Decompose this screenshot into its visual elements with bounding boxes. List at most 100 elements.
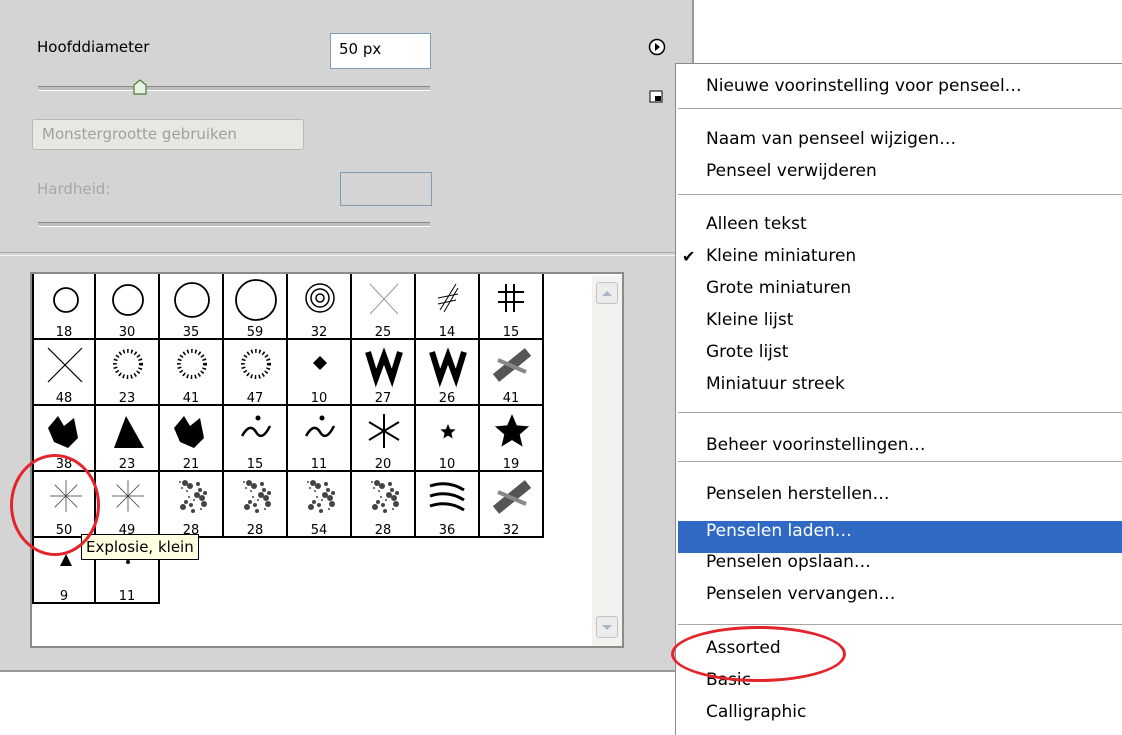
menu-item-grote-lijst[interactable]: Grote lijst (706, 342, 788, 362)
brush-preset-cell[interactable]: 28 (160, 472, 224, 538)
brush-preset-cell[interactable]: 18 (32, 274, 96, 340)
brush-size-label: 30 (118, 325, 136, 340)
menu-separator (678, 108, 1122, 109)
menu-item-miniatuur-streek[interactable]: Miniatuur streek (706, 374, 845, 394)
brush-size-label: 54 (310, 523, 328, 538)
brush-preset-cell[interactable]: 35 (160, 274, 224, 340)
menu-item-penseel-verwijderen[interactable]: Penseel verwijderen (706, 161, 877, 181)
brush-size-label: 36 (438, 523, 456, 538)
master-diameter-input[interactable]: 50 px (330, 33, 431, 69)
panel-divider (0, 252, 692, 256)
brush-preset-cell[interactable]: 14 (416, 274, 480, 340)
brush-size-label: 9 (59, 589, 69, 604)
hardness-slider-track[interactable] (38, 222, 430, 227)
brush-preset-cell[interactable]: 32 (288, 274, 352, 340)
star-brush-icon (494, 414, 530, 447)
annotation-circle-assorted (671, 626, 846, 682)
brush-preset-cell[interactable]: 19 (480, 406, 544, 472)
menu-item-beheer-voorinstellingen[interactable]: Beheer voorinstellingen… (706, 435, 926, 455)
brush-preset-cell[interactable]: 47 (224, 340, 288, 406)
hard-round-brush-icon (235, 279, 277, 321)
new-preset-button[interactable] (648, 88, 664, 104)
dotted-ring-brush-icon (177, 349, 207, 379)
menu-item-penselen-vervangen[interactable]: Penselen vervangen… (706, 584, 895, 604)
brush-size-label: 10 (310, 391, 328, 406)
smudge-brush-icon (492, 348, 532, 382)
brush-preset-cell[interactable]: 15 (480, 274, 544, 340)
menu-item-penselen-opslaan[interactable]: Penselen opslaan… (706, 552, 871, 572)
brush-preset-cell[interactable]: 21 (160, 406, 224, 472)
brush-preset-cell[interactable]: 41 (480, 340, 544, 406)
menu-item-penselen-laden[interactable]: Penselen laden… (706, 521, 852, 541)
brush-size-label: 32 (310, 325, 328, 340)
dotted-ring-brush-icon (113, 349, 143, 379)
menu-item-kleine-lijst[interactable]: Kleine lijst (706, 310, 793, 330)
menu-item-grote-miniaturen[interactable]: Grote miniaturen (706, 278, 851, 298)
starburst-brush-icon (112, 480, 144, 512)
brush-preset-cell[interactable]: 11 (288, 406, 352, 472)
brush-size-label: 15 (502, 325, 520, 340)
master-diameter-slider-thumb[interactable] (133, 79, 147, 99)
annotation-circle-brush (10, 454, 100, 556)
brush-preset-cell[interactable]: 48 (32, 340, 96, 406)
hardness-input[interactable] (340, 172, 432, 206)
menu-item-kleine-miniaturen[interactable]: Kleine miniaturen (706, 246, 856, 266)
brush-preset-picker: 18 30 35 59 32 25 14 15 48 23 41 47 10 27 26 41 38 23 21 15… (30, 272, 624, 648)
hard-round-brush-icon (112, 284, 144, 316)
menu-item-alleen-tekst[interactable]: Alleen tekst (706, 214, 807, 234)
scroll-up-button[interactable] (596, 282, 618, 304)
smudge-brush-icon (492, 480, 532, 514)
brush-preset-cell[interactable]: 15 (224, 406, 288, 472)
brush-size-label: 27 (374, 391, 392, 406)
menu-item-calligraphic[interactable]: Calligraphic (706, 702, 806, 722)
brush-preset-cell[interactable]: 23 (96, 340, 160, 406)
brush-preset-cell[interactable]: 59 (224, 274, 288, 340)
brush-size-label: 48 (55, 391, 73, 406)
brush-preset-cell[interactable]: 25 (352, 274, 416, 340)
hardness-label: Hardheid: (37, 180, 111, 198)
brush-preset-cell[interactable]: 30 (96, 274, 160, 340)
brush-size-label: 11 (310, 457, 328, 472)
brush-size-label: 23 (118, 391, 136, 406)
brush-preset-cell[interactable]: 36 (416, 472, 480, 538)
menu-item-naam-van-penseel-wijzigen[interactable]: Naam van penseel wijzigen… (706, 129, 956, 149)
brush-size-label: 25 (374, 325, 392, 340)
brush-tooltip: Explosie, klein (81, 534, 199, 560)
spatter-brush-icon (179, 480, 207, 513)
master-diameter-label: Hoofddiameter (37, 38, 150, 56)
brush-size-label: 26 (438, 391, 456, 406)
brush-preset-cell[interactable]: 10 (288, 340, 352, 406)
hatch-brush-icon (437, 283, 459, 313)
brush-size-label: 10 (438, 457, 456, 472)
checkmark-icon: ✔ (682, 247, 696, 266)
use-sample-size-button[interactable]: Monstergrootte gebruiken (32, 119, 304, 150)
cross-brush-icon (47, 347, 83, 383)
grid-brush-icon (498, 284, 524, 312)
brush-size-label: 28 (246, 523, 264, 538)
brush-preset-cell[interactable]: 49 (96, 472, 160, 538)
brush-preset-cell[interactable]: 23 (96, 406, 160, 472)
splash-brush-icon (48, 416, 78, 448)
brush-preset-cell[interactable]: 54 (288, 472, 352, 538)
vertical-scrollbar[interactable] (592, 276, 622, 646)
brush-preset-cell[interactable]: 41 (160, 340, 224, 406)
brush-preset-cell[interactable]: 32 (480, 472, 544, 538)
brush-size-label: 28 (374, 523, 392, 538)
menu-item-nieuwe-voorinstelling-voor-penseel[interactable]: Nieuwe voorinstelling voor penseel… (706, 76, 1022, 96)
brush-preset-cell[interactable]: 20 (352, 406, 416, 472)
spatter-brush-icon (371, 480, 399, 513)
brush-preset-cell[interactable]: 26 (416, 340, 480, 406)
master-diameter-slider-track[interactable] (38, 86, 430, 91)
brush-preset-cell[interactable]: 27 (352, 340, 416, 406)
play-arrow-icon (648, 38, 666, 56)
spatter-brush-icon (307, 480, 335, 513)
panel-menu-button[interactable] (648, 38, 666, 56)
scroll-down-button[interactable] (596, 616, 618, 638)
brush-preset-cell[interactable]: 28 (352, 472, 416, 538)
brush-preset-cell[interactable]: 10 (416, 406, 480, 472)
brush-size-label: 20 (374, 457, 392, 472)
brush-size-label: 15 (246, 457, 264, 472)
brush-preset-cell[interactable]: 28 (224, 472, 288, 538)
menu-item-penselen-herstellen[interactable]: Penselen herstellen… (706, 484, 889, 504)
snowflake-brush-icon (368, 414, 400, 448)
